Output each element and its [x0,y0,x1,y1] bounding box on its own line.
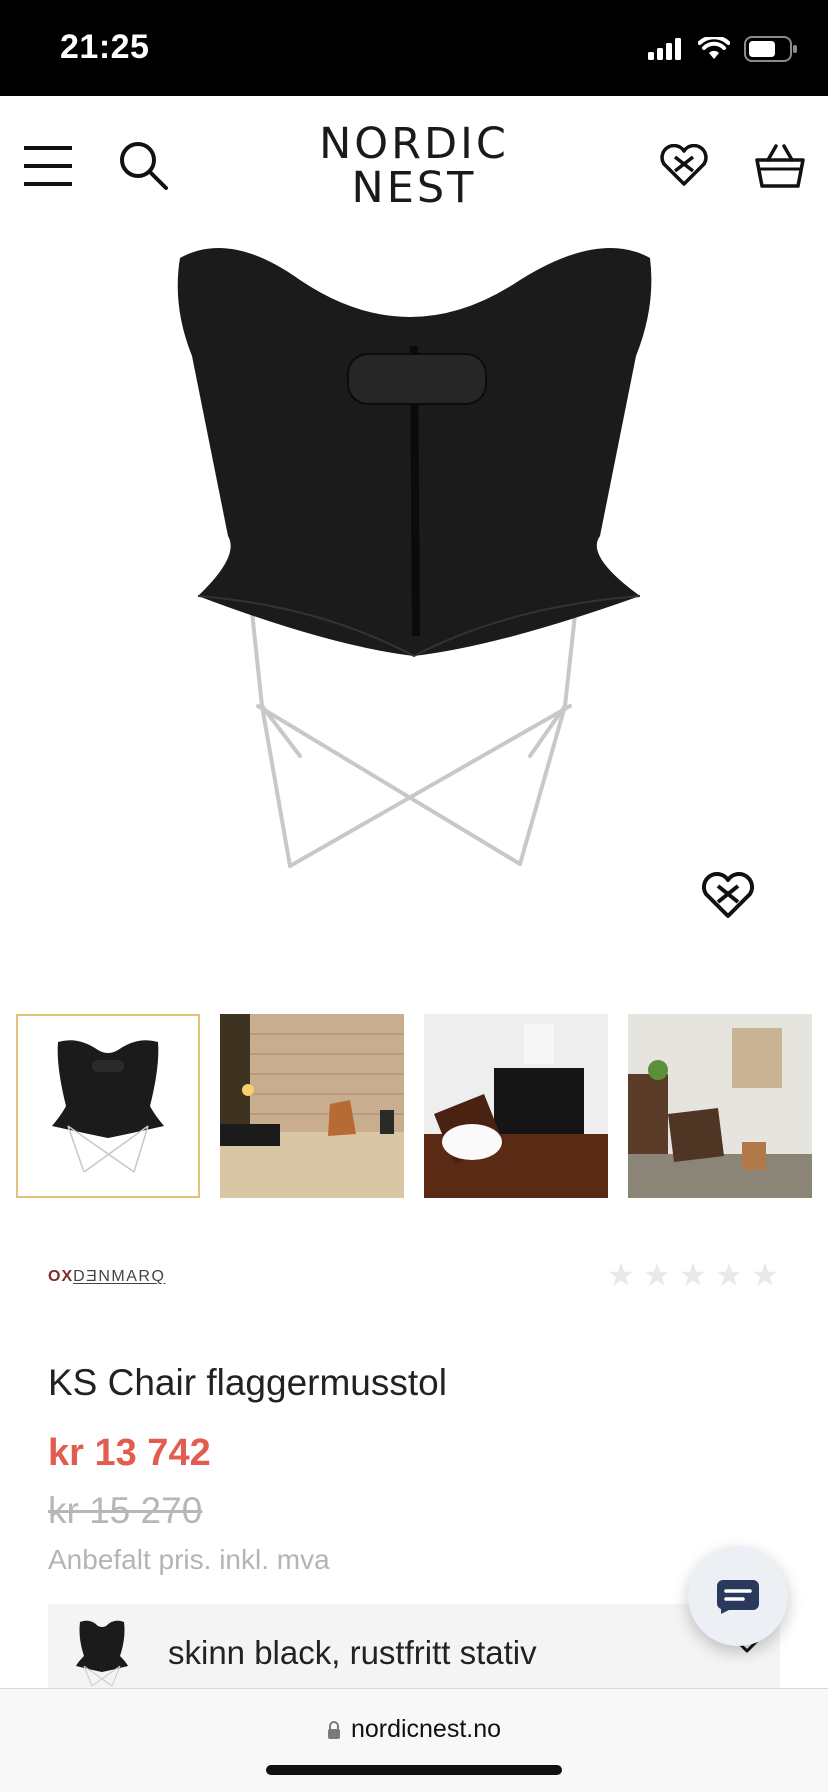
wishlist-button[interactable] [654,136,714,196]
rating-stars[interactable] [608,1262,778,1288]
url-field[interactable]: nordicnest.no [0,1715,828,1744]
menu-icon [24,146,72,186]
thumbnail-4[interactable] [628,1014,812,1198]
star-icon [645,1263,669,1286]
basket-icon [755,144,805,188]
chat-button[interactable] [688,1546,788,1646]
chair-image [177,247,652,868]
search-button[interactable] [114,136,174,196]
cellular-signal-icon [648,38,681,60]
thumbnail-3[interactable] [424,1014,608,1198]
search-icon [120,142,168,190]
url-text: nordicnest.no [350,1715,502,1743]
status-bar: 21:25 [0,0,828,96]
brand-rest: DƎNMARQ [73,1268,166,1285]
hero-wishlist-button[interactable] [698,866,758,926]
star-icon [717,1263,741,1286]
variant-label: skinn black, rustfritt stativ [168,1634,537,1671]
home-indicator[interactable] [266,1765,562,1775]
status-icons [648,36,798,62]
product-title: KS Chair flaggermusstol [48,1362,447,1403]
chat-bubble-icon [717,1580,759,1614]
thumbnail-1[interactable] [16,1014,200,1198]
star-icon [753,1263,777,1286]
original-price: kr 15 270 [48,1490,203,1531]
site-header: NORDIC NEST [0,96,828,236]
lock-icon [327,1720,340,1739]
browser-url-bar: nordicnest.no [0,1688,828,1792]
variant-thumbnail-chair [76,1620,128,1687]
price-note: Anbefalt pris. inkl. mva [48,1544,330,1575]
sale-price: kr 13 742 [48,1432,211,1474]
brand-logo[interactable]: OXDƎNMARQ [48,1268,165,1286]
wifi-icon [698,37,730,59]
battery-icon [744,36,797,62]
thumbnail-image-living-room [628,1014,812,1198]
logo-line2: NEST [351,163,477,213]
star-icon [681,1263,705,1286]
logo-line1: NORDIC [319,119,509,169]
wishlist-heart-icon [660,144,708,186]
thumbnail-2[interactable] [220,1014,404,1198]
brand-prefix: OX [48,1268,74,1285]
thumbnail-image-fireplace [424,1014,608,1198]
product-hero-image[interactable] [0,236,828,976]
thumbnail-image-brick-room [220,1014,404,1198]
site-logo[interactable]: NORDIC NEST [314,122,514,210]
status-time: 21:25 [60,28,150,66]
wishlist-heart-icon [702,872,754,918]
menu-button[interactable] [18,136,78,196]
star-icon [609,1263,633,1286]
thumbnail-gallery [16,1014,812,1200]
thumbnail-image-chair [18,1016,198,1196]
brand-rating-row: OXDƎNMARQ [48,1262,778,1302]
basket-button[interactable] [750,136,810,196]
